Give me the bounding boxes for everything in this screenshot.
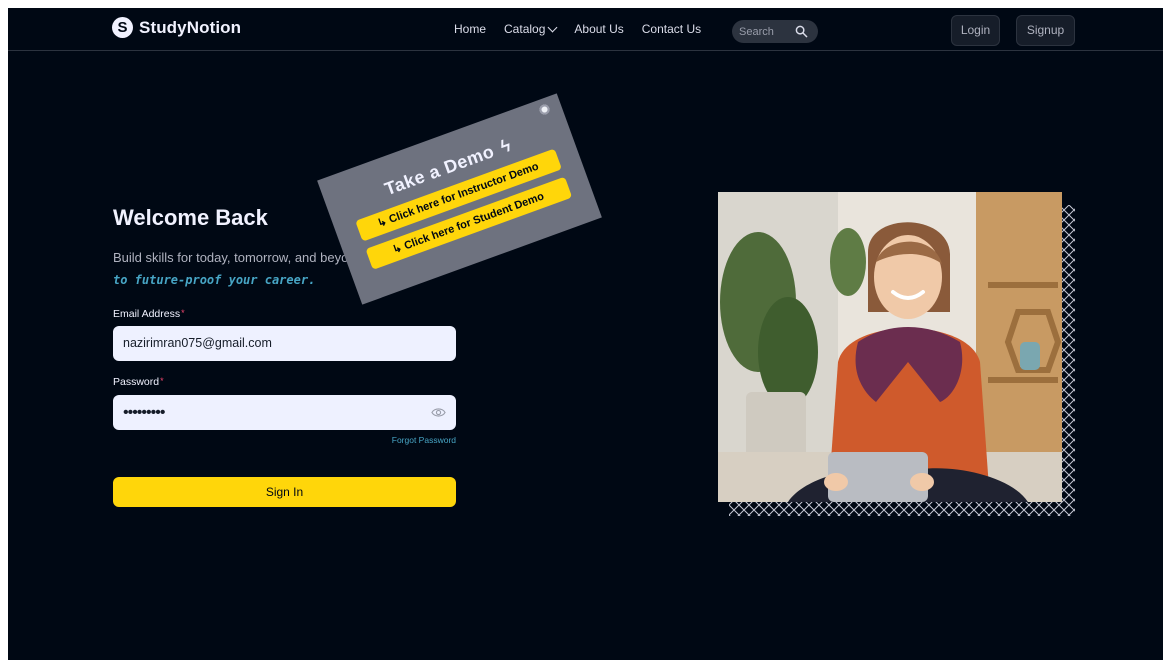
- app-screen: S StudyNotion Home Catalog About Us Cont…: [8, 8, 1163, 660]
- eye-icon[interactable]: [431, 406, 446, 419]
- brand-logo[interactable]: S StudyNotion: [112, 17, 241, 38]
- password-value: •••••••••: [123, 404, 165, 421]
- forgot-password-link[interactable]: Forgot Password: [356, 435, 456, 445]
- email-field[interactable]: nazirimran075@gmail.com: [113, 326, 456, 361]
- pin-icon: [538, 103, 551, 116]
- password-label: Password*: [113, 376, 164, 388]
- nav-link-contact[interactable]: Contact Us: [642, 22, 701, 36]
- required-mark: *: [181, 308, 185, 318]
- description-text: Build skills for today, tomorrow, and be…: [113, 250, 367, 265]
- login-button[interactable]: Login: [951, 15, 1000, 46]
- password-field[interactable]: •••••••••: [113, 395, 456, 430]
- email-label-text: Email Address: [113, 308, 181, 320]
- nav-link-catalog-label: Catalog: [504, 22, 546, 36]
- logo-text: StudyNotion: [139, 17, 242, 37]
- sign-in-button[interactable]: Sign In: [113, 477, 456, 507]
- chevron-down-icon: [547, 22, 558, 32]
- search-label: Search: [739, 25, 774, 38]
- logo-mark: S: [112, 17, 133, 38]
- nav-links: Home Catalog About Us Contact Us: [454, 22, 701, 36]
- navbar: S StudyNotion Home Catalog About Us Cont…: [8, 8, 1163, 51]
- nav-link-about[interactable]: About Us: [574, 22, 623, 36]
- nav-link-home[interactable]: Home: [454, 22, 486, 36]
- email-label: Email Address*: [113, 308, 185, 320]
- search-input[interactable]: Search: [732, 20, 818, 43]
- password-label-text: Password: [113, 376, 160, 388]
- nav-link-catalog[interactable]: Catalog: [504, 22, 558, 36]
- lightning-icon: ϟ: [497, 134, 514, 158]
- signup-button[interactable]: Signup: [1016, 15, 1075, 46]
- page-title: Welcome Back: [113, 205, 268, 230]
- description-accent: to future-proof your career.: [113, 273, 316, 287]
- search-icon[interactable]: [795, 25, 808, 38]
- hero-image: [718, 192, 1062, 502]
- required-mark: *: [160, 376, 164, 386]
